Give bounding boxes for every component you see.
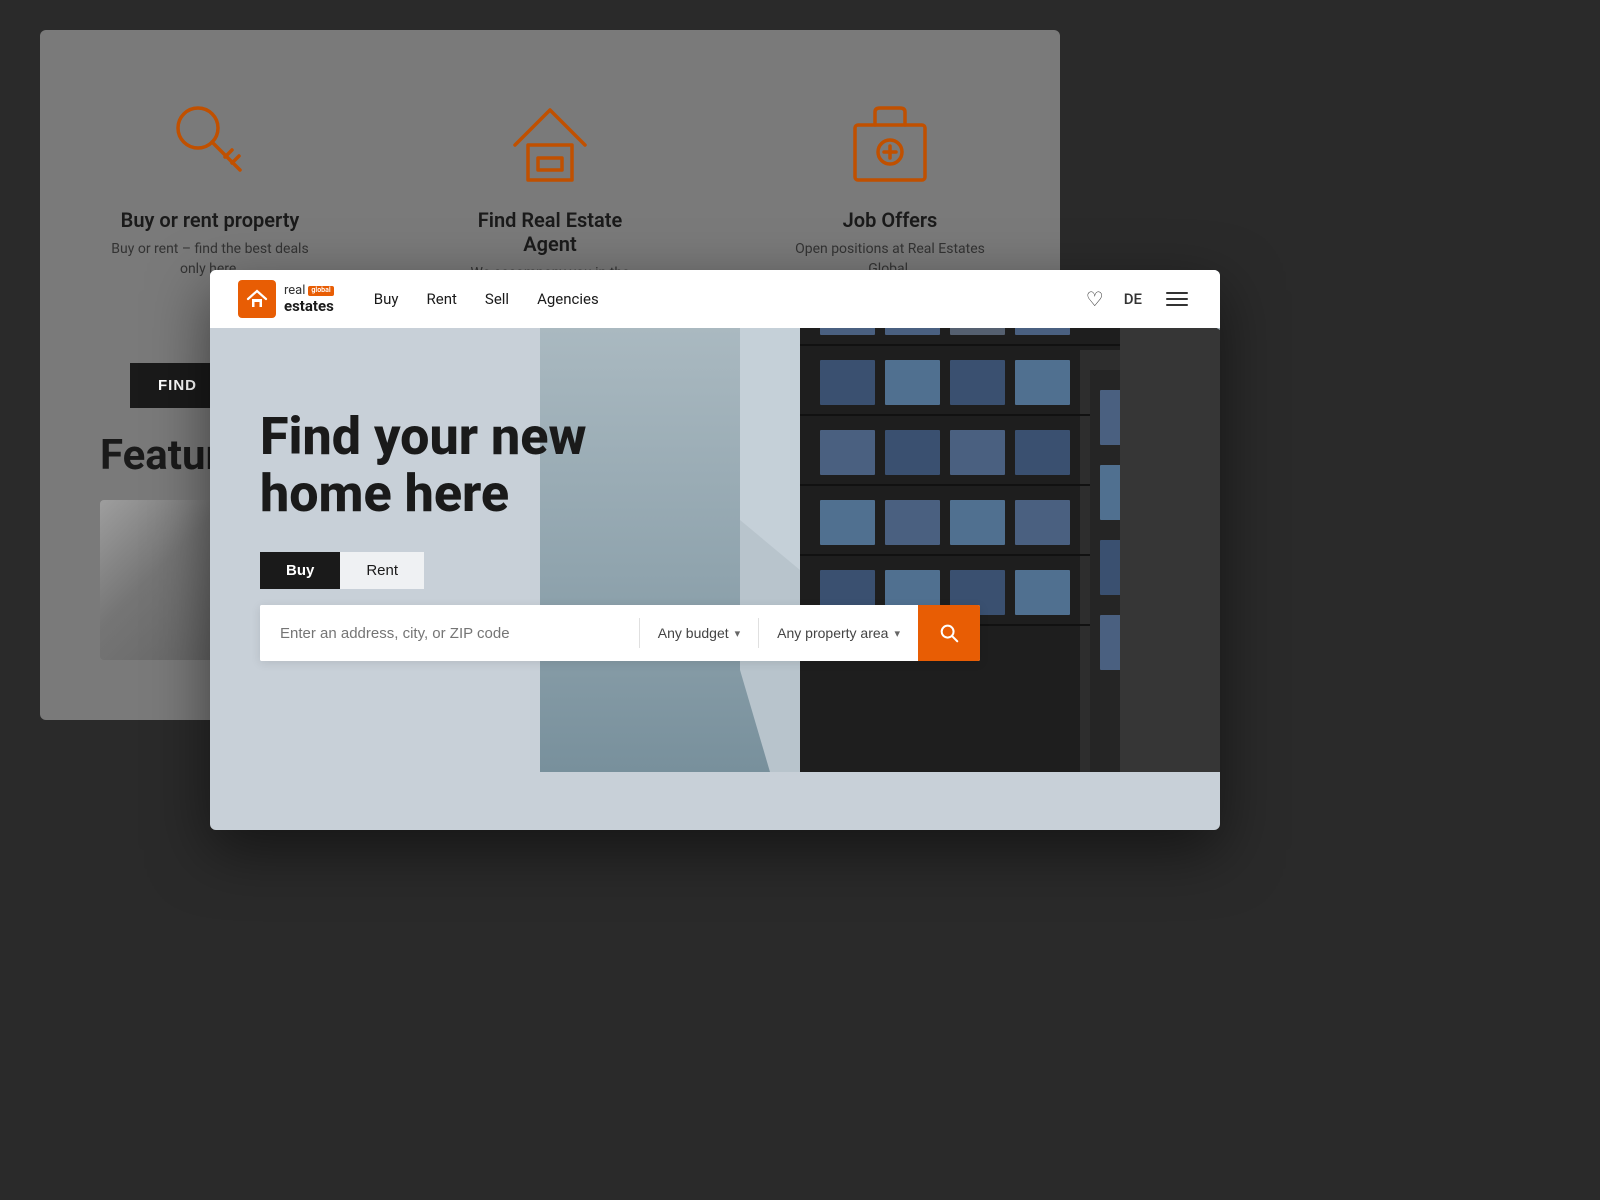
area-chevron: ▾ xyxy=(894,627,900,640)
hero-text: Find your new home here Buy Rent Any bud… xyxy=(260,408,980,661)
budget-chevron: ▾ xyxy=(735,627,741,640)
language-selector[interactable]: DE xyxy=(1124,290,1142,308)
key-icon xyxy=(160,90,260,190)
logo-global-badge: global xyxy=(308,286,333,296)
hamburger-line-2 xyxy=(1166,298,1188,300)
briefcase-icon xyxy=(840,90,940,190)
foreground-card: real global estates Buy Rent Sell Agenci… xyxy=(210,270,1220,830)
logo-real: real global xyxy=(284,284,334,298)
logo: real global estates xyxy=(238,280,334,318)
bg-buy-rent-title: Buy or rent property xyxy=(121,208,300,232)
search-input[interactable] xyxy=(260,605,639,661)
hamburger-line-1 xyxy=(1166,292,1188,294)
logo-house-icon xyxy=(238,280,276,318)
hero-title-line2: home here xyxy=(260,463,509,524)
hamburger-menu[interactable] xyxy=(1162,288,1192,310)
bg-jobs-title: Job Offers xyxy=(843,208,938,232)
house-logo-svg xyxy=(246,288,268,310)
house-icon xyxy=(500,90,600,190)
navbar: real global estates Buy Rent Sell Agenci… xyxy=(210,270,1220,328)
logo-text: real global estates xyxy=(284,284,334,315)
tab-rent[interactable]: Rent xyxy=(340,552,424,589)
hero-section: Find your new home here Buy Rent Any bud… xyxy=(210,328,1220,830)
nav-links: Buy Rent Sell Agencies xyxy=(374,290,1054,308)
nav-rent[interactable]: Rent xyxy=(427,290,457,308)
bg-agent-title: Find Real Estate Agent xyxy=(450,208,650,256)
nav-right: ♡ DE xyxy=(1086,287,1192,311)
area-dropdown[interactable]: Any property area ▾ xyxy=(759,605,918,661)
nav-agencies[interactable]: Agencies xyxy=(537,290,599,308)
search-button[interactable] xyxy=(918,605,980,661)
budget-label: Any budget xyxy=(658,625,729,641)
area-label: Any property area xyxy=(777,625,888,641)
tab-buy[interactable]: Buy xyxy=(260,552,340,589)
hero-title: Find your new home here xyxy=(260,408,980,522)
hamburger-line-3 xyxy=(1166,304,1188,306)
favorites-icon[interactable]: ♡ xyxy=(1086,287,1104,311)
hero-title-line1: Find your new xyxy=(260,406,586,467)
nav-sell[interactable]: Sell xyxy=(485,290,509,308)
search-bar: Any budget ▾ Any property area ▾ xyxy=(260,605,980,661)
budget-dropdown[interactable]: Any budget ▾ xyxy=(640,605,758,661)
search-tabs: Buy Rent xyxy=(260,552,980,589)
search-icon xyxy=(938,622,960,644)
nav-buy[interactable]: Buy xyxy=(374,290,399,308)
logo-estates-text: estates xyxy=(284,298,334,315)
logo-real-text: real xyxy=(284,284,305,298)
